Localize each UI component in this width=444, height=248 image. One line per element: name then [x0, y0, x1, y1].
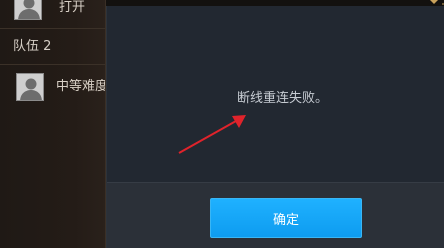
dropdown-arrow-icon[interactable] [430, 0, 438, 4]
divider [0, 64, 106, 65]
dialog-body: 断线重连失败。 [107, 6, 444, 182]
default-avatar-icon [16, 73, 44, 101]
top-player-row[interactable]: 打开 [14, 0, 106, 22]
member-name: 中等难度 [56, 79, 106, 94]
reconnect-failed-dialog: 断线重连失败。 确定 [106, 6, 444, 248]
team-panel: 打开 队伍 2 中等难度 [0, 0, 106, 248]
team-member-row[interactable]: 中等难度 [16, 73, 106, 103]
confirm-button[interactable]: 确定 [210, 198, 362, 238]
top-row-label: 打开 [59, 0, 86, 15]
team-2-header: 队伍 2 [13, 39, 52, 54]
default-avatar-icon [14, 0, 42, 20]
dialog-message: 断线重连失败。 [237, 91, 329, 106]
game-client-window: 打开 队伍 2 中等难度 断线重连失败。 确定 [0, 0, 444, 248]
divider [0, 28, 106, 29]
